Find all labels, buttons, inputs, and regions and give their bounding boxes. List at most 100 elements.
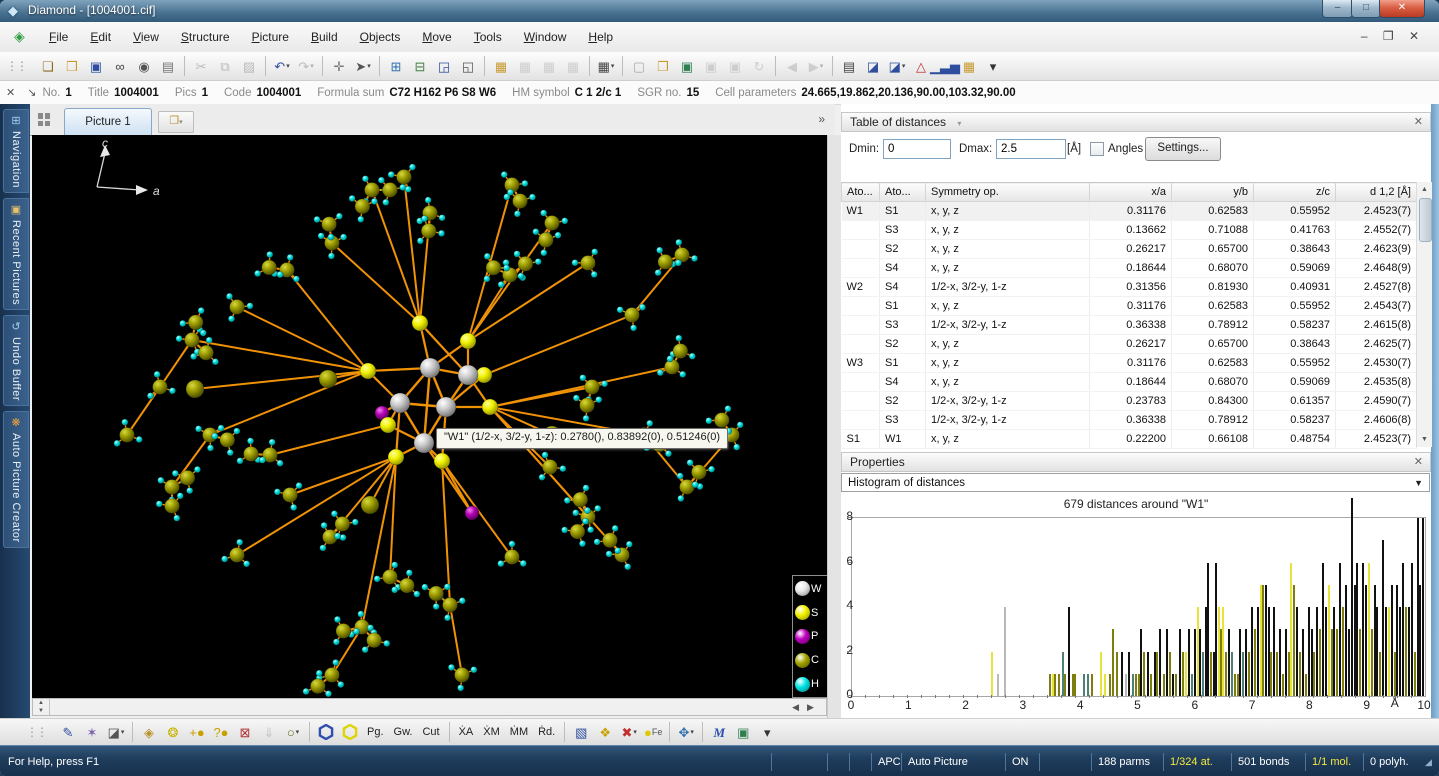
menu-structure[interactable]: Structure: [170, 26, 241, 48]
column-header[interactable]: z/c: [1254, 183, 1336, 202]
cut-button[interactable]: Cut: [418, 721, 443, 743]
picture-mode-icon[interactable]: ◪▾: [886, 55, 908, 77]
properties-table-icon[interactable]: ▦: [958, 55, 980, 77]
hexagon-blue-icon[interactable]: [315, 721, 337, 743]
table-row[interactable]: S1W1x, y, z0.222000.661080.487542.4523(7…: [842, 430, 1417, 449]
menu-edit[interactable]: Edit: [79, 26, 122, 48]
picture-refresh-icon[interactable]: ↻: [748, 55, 770, 77]
menu-view[interactable]: View: [122, 26, 170, 48]
table-row[interactable]: W2S41/2-x, 3/2-y, 1-z0.313560.819300.409…: [842, 278, 1417, 297]
column-header[interactable]: y/b: [1172, 183, 1254, 202]
column-header[interactable]: x/a: [1090, 183, 1172, 202]
cut-icon[interactable]: ✂: [190, 55, 212, 77]
drop-atom-icon[interactable]: ⇓: [258, 721, 280, 743]
picture-wizard-icon[interactable]: ▣: [676, 55, 698, 77]
destroy-bonds-icon[interactable]: ✖▾: [618, 721, 640, 743]
print-icon[interactable]: ▤: [157, 55, 179, 77]
histogram-icon[interactable]: ▁▃▅: [934, 55, 956, 77]
table-row[interactable]: S2x, y, z0.262170.657000.386432.4623(9): [842, 240, 1417, 259]
move-mode-icon[interactable]: ✥▾: [675, 721, 697, 743]
navigation-view-icon[interactable]: ⊞: [385, 55, 407, 77]
resize-grip[interactable]: ◢: [1425, 753, 1439, 771]
report-icon[interactable]: ▤: [838, 55, 860, 77]
picture-copy-icon[interactable]: ▣: [700, 55, 722, 77]
redo-icon[interactable]: ↷▾: [295, 55, 317, 77]
scroll-up-down-icons[interactable]: ▲▼: [33, 699, 50, 715]
table-torsions-icon[interactable]: ▦: [562, 55, 584, 77]
column-header[interactable]: Symmetry op.: [926, 183, 1090, 202]
add-atom-icon[interactable]: +●: [186, 721, 208, 743]
new-file-icon[interactable]: ❏: [37, 55, 59, 77]
column-header[interactable]: Ato...: [842, 183, 880, 202]
minimize-button[interactable]: –: [1322, 0, 1353, 18]
picture-wand-icon[interactable]: ✶: [81, 721, 103, 743]
axes-icon[interactable]: ❖: [594, 721, 616, 743]
sidebar-tab-recent-pictures[interactable]: ▣Recent Pictures: [3, 198, 29, 310]
column-header[interactable]: d 1,2 [Å]: [1336, 183, 1417, 202]
close-button[interactable]: ✕: [1379, 0, 1425, 18]
menu-build[interactable]: Build: [300, 26, 349, 48]
grow-button[interactable]: Gw.: [390, 721, 417, 743]
table-scrollbar[interactable]: ▲ ▼: [1416, 182, 1432, 447]
settings-button[interactable]: Settings...: [1145, 137, 1221, 161]
hexagon-yellow-icon[interactable]: [339, 721, 361, 743]
rd-button[interactable]: Ṙd.: [534, 721, 559, 743]
grid-layout-icon[interactable]: ▦▾: [595, 55, 617, 77]
toolbar-grip[interactable]: ⋮⋮: [6, 59, 26, 73]
edit-comment-icon[interactable]: ✎: [57, 721, 79, 743]
pointer-icon[interactable]: ➤▾: [352, 55, 374, 77]
undo-icon[interactable]: ↶▾: [271, 55, 293, 77]
sidebar-tab-navigation[interactable]: ⊞Navigation: [3, 109, 29, 193]
table-row[interactable]: S4x, y, z0.186440.680700.590692.4648(9): [842, 259, 1417, 278]
query-atom-icon[interactable]: ?●: [210, 721, 232, 743]
new-picture-icon[interactable]: ❐: [652, 55, 674, 77]
scroll-up-icon[interactable]: ▲: [1417, 182, 1432, 197]
picture-frame-icon[interactable]: ◪: [862, 55, 884, 77]
xm-button[interactable]: ẊM: [479, 721, 504, 743]
paste-icon[interactable]: ▨: [238, 55, 260, 77]
btoolbar-overflow-icon[interactable]: ▾: [756, 721, 778, 743]
table-row[interactable]: S4x, y, z0.186440.680700.590692.4535(8): [842, 373, 1417, 392]
save-icon[interactable]: ▣: [85, 55, 107, 77]
render-picture-icon[interactable]: ▣: [732, 721, 754, 743]
properties-panel-header[interactable]: Properties ✕: [841, 452, 1431, 472]
split-view-icon[interactable]: ◱: [457, 55, 479, 77]
tab-picture-1[interactable]: Picture 1: [64, 108, 152, 135]
sidebar-tab-undo-buffer[interactable]: ↺Undo Buffer: [3, 315, 29, 406]
toolbar-grip[interactable]: ⋮⋮: [26, 725, 46, 739]
mdi-window-controls[interactable]: – ❐ ✕: [1361, 29, 1425, 43]
picture-search-icon[interactable]: ◪▾: [105, 721, 127, 743]
menu-file[interactable]: File: [38, 26, 79, 48]
table-row[interactable]: S3x, y, z0.136620.710880.417632.4552(7): [842, 221, 1417, 240]
goto-structure-icon[interactable]: ↘: [27, 86, 36, 99]
xa-button[interactable]: ẊA: [455, 721, 478, 743]
table-row[interactable]: S31/2-x, 3/2-y, 1-z0.363380.789120.58237…: [842, 411, 1417, 430]
copy-icon[interactable]: ⧉: [214, 55, 236, 77]
table-angles-icon[interactable]: ▦: [538, 55, 560, 77]
menu-window[interactable]: Window: [513, 26, 578, 48]
scroll-down-icon[interactable]: ▼: [1417, 432, 1432, 447]
picture-view-icon[interactable]: ◲: [433, 55, 455, 77]
packing-button[interactable]: Pg.: [363, 721, 388, 743]
angle-monitor-icon[interactable]: △: [910, 55, 932, 77]
find-icon[interactable]: ∞: [109, 55, 131, 77]
distances-table-header[interactable]: Ato...Ato...Symmetry op.x/ay/bz/cd 1,2 […: [842, 183, 1417, 202]
dotted-sphere-icon[interactable]: ○▾: [282, 721, 304, 743]
structure-canvas[interactable]: ca "W1" (1/2-x, 3/2-y, 1-z): 0.2780(), 0…: [32, 135, 827, 698]
iron-atom-icon[interactable]: ●Fe: [642, 721, 664, 743]
table-bonds-icon[interactable]: ▦: [514, 55, 536, 77]
table-row[interactable]: S21/2-x, 3/2-y, 1-z0.237830.843000.61357…: [842, 392, 1417, 411]
lattice-icon[interactable]: ⊠: [234, 721, 256, 743]
properties-selector-combobox[interactable]: Histogram of distances ▼: [841, 473, 1430, 492]
menu-move[interactable]: Move: [411, 26, 462, 48]
properties-panel-close-icon[interactable]: ✕: [1414, 453, 1423, 472]
menu-picture[interactable]: Picture: [241, 26, 300, 48]
table-row[interactable]: W1S1x, y, z0.311760.625830.559522.4523(7…: [842, 202, 1417, 221]
tab-overflow-chevron[interactable]: »: [818, 112, 825, 126]
column-header[interactable]: Ato...: [880, 183, 926, 202]
pane-splitter[interactable]: [827, 135, 842, 718]
pan-hand-icon[interactable]: ✛: [328, 55, 350, 77]
toolbar-overflow-icon[interactable]: ▾: [982, 55, 1004, 77]
mm-button[interactable]: ṀM: [506, 721, 532, 743]
data-sheet-icon[interactable]: ⊟: [409, 55, 431, 77]
